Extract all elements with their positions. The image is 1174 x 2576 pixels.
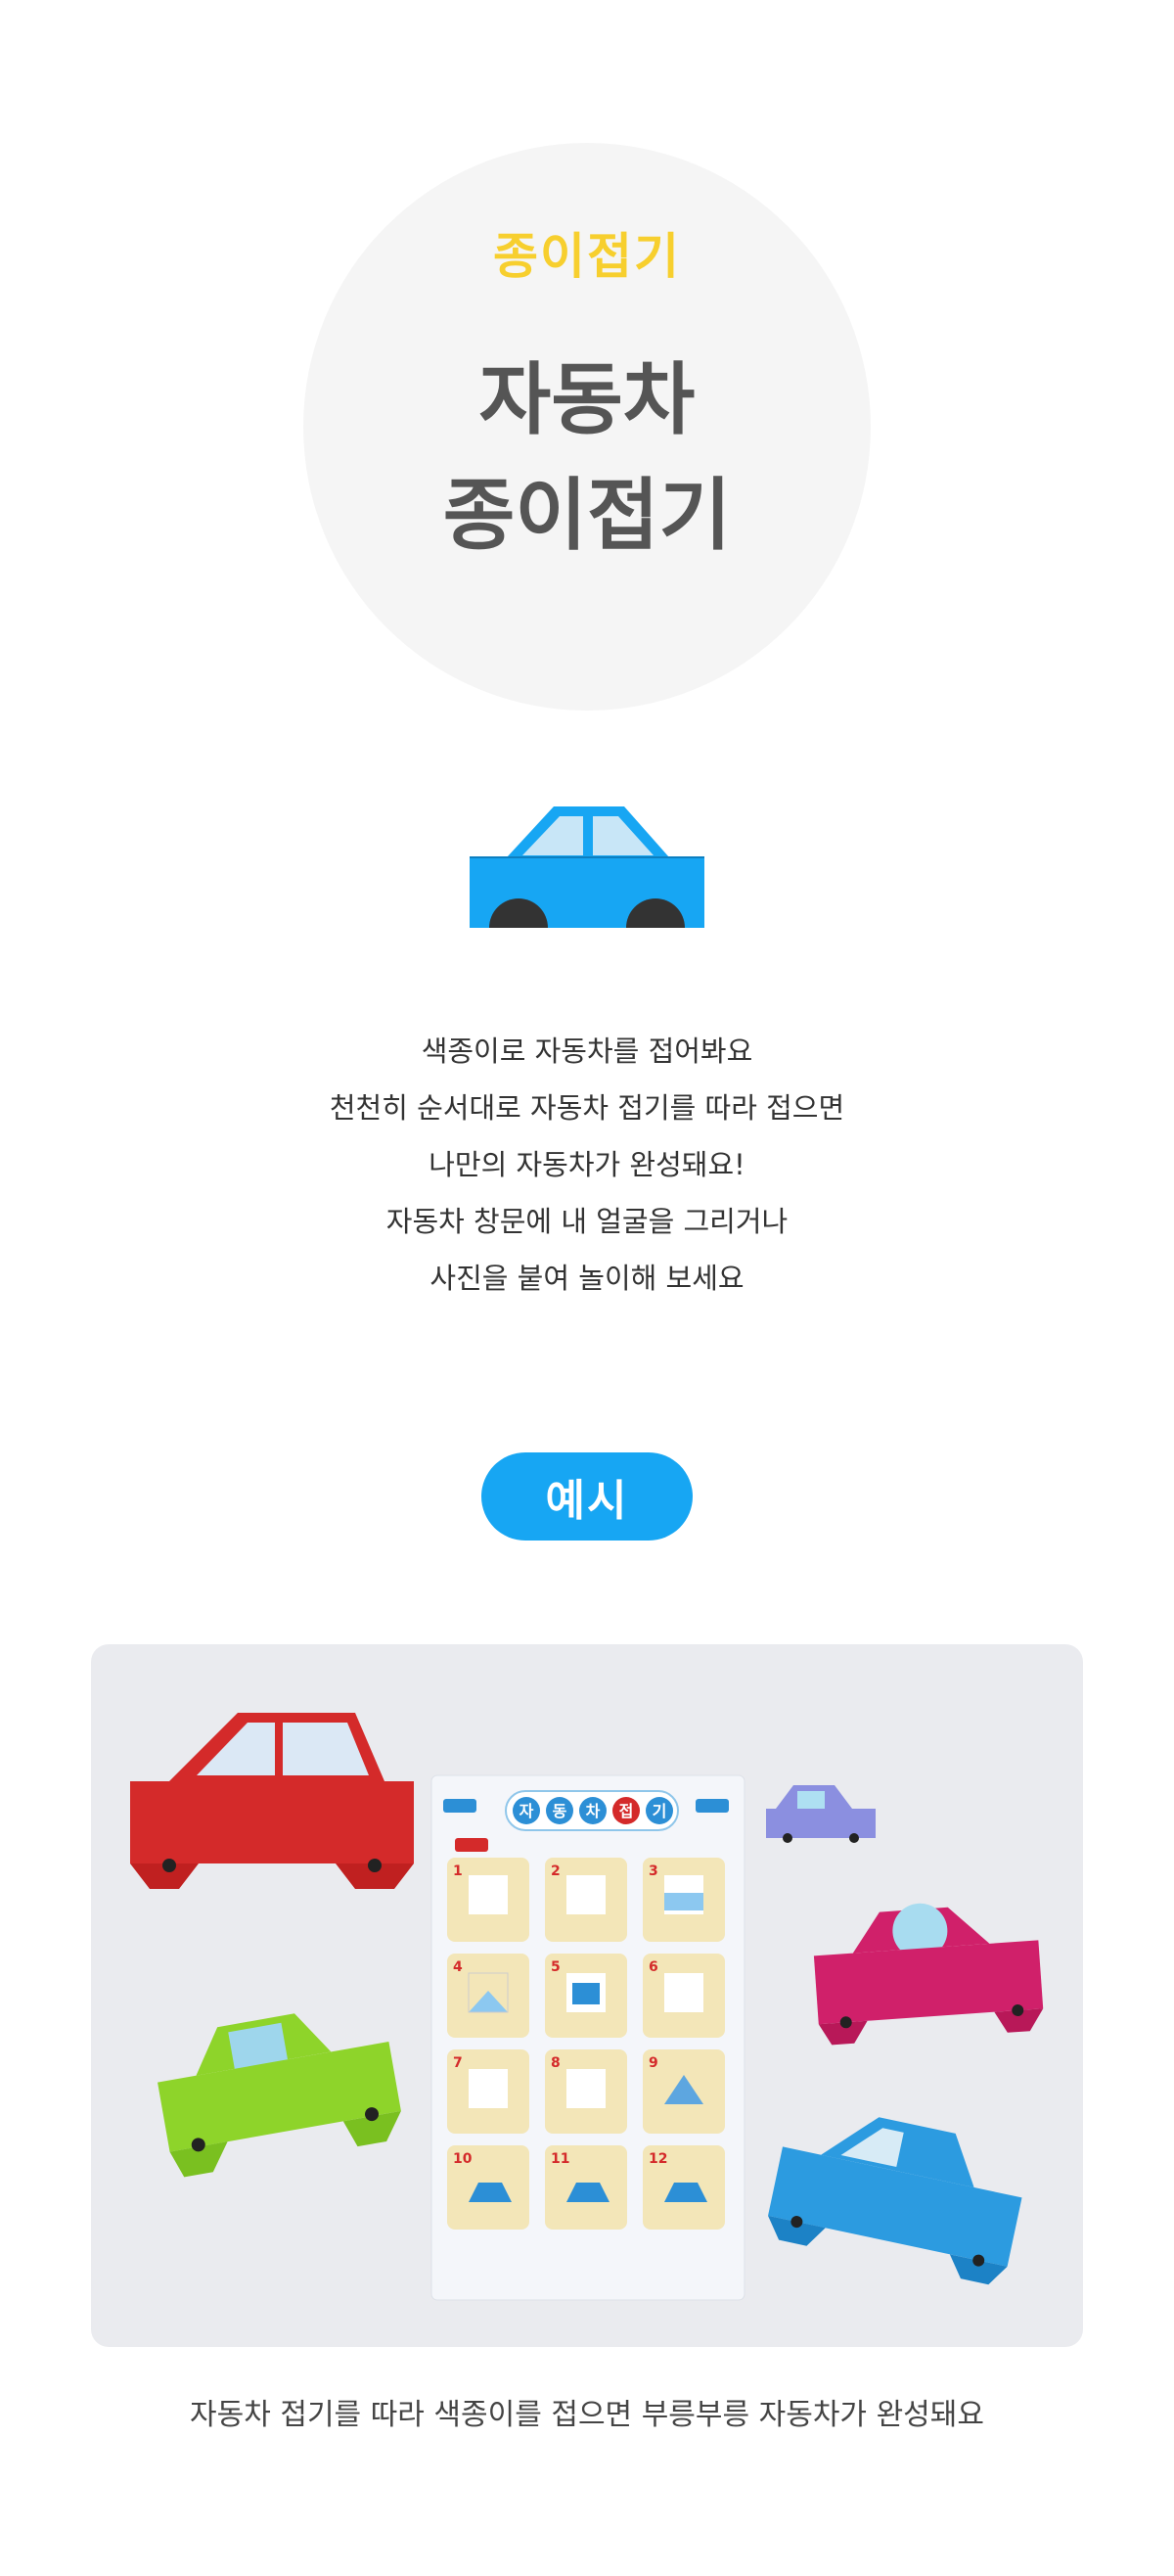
example-photo: 자 동 차 접 기 1 2 3 4 5 6 7 8 9 10 11 12 — [91, 1644, 1083, 2347]
description: 색종이로 자동차를 접어봐요 천천히 순서대로 자동차 접기를 따라 접으면 나… — [0, 1023, 1174, 1307]
sheet-title-char: 동 — [553, 1802, 567, 1820]
sheet-title-char: 자 — [519, 1802, 534, 1820]
example-illustration: 자 동 차 접 기 1 2 3 4 5 6 7 8 9 10 11 12 — [130, 1713, 1044, 2301]
sheet-title-char: 차 — [586, 1802, 601, 1820]
step-number: 7 — [453, 2055, 463, 2071]
step-number: 11 — [551, 2151, 569, 2167]
step-number: 6 — [649, 1959, 658, 1975]
sheet-title-char: 접 — [619, 1802, 634, 1820]
example-badge: 예시 — [481, 1452, 693, 1541]
step-number: 12 — [649, 2151, 667, 2167]
step-number: 10 — [453, 2151, 473, 2167]
title-line-1: 자동차 — [478, 354, 696, 445]
car-icon — [470, 806, 704, 928]
sheet-title-char: 기 — [653, 1802, 667, 1820]
red-car — [130, 1713, 414, 1889]
step-number: 8 — [551, 2055, 561, 2071]
magenta-car — [813, 1903, 1044, 2046]
step-number: 2 — [551, 1863, 561, 1879]
description-line: 자동차 창문에 내 얼굴을 그리거나 — [385, 1205, 789, 1238]
step-number: 3 — [649, 1863, 658, 1879]
photo-caption: 자동차 접기를 따라 색종이를 접으면 부릉부릉 자동차가 완성돼요 — [190, 2398, 984, 2432]
blue-car — [768, 2117, 1022, 2285]
description-line: 색종이로 자동차를 접어봐요 — [421, 1035, 753, 1068]
purple-car — [766, 1785, 876, 1843]
page-title: 자동차 종이접기 — [0, 343, 1174, 574]
description-line: 천천히 순서대로 자동차 접기를 따라 접으면 — [329, 1091, 845, 1125]
step-number: 4 — [453, 1959, 463, 1975]
description-line: 나만의 자동차가 완성돼요! — [429, 1148, 745, 1181]
hero-label: 종이접기 — [493, 228, 681, 285]
description-line: 사진을 붙여 놀이해 보세요 — [429, 1262, 745, 1295]
title-line-2: 종이접기 — [442, 470, 732, 561]
instruction-sheet: 자 동 차 접 기 1 2 3 4 5 6 7 8 9 10 11 12 — [430, 1774, 745, 2301]
step-number: 1 — [453, 1863, 463, 1879]
step-number: 5 — [551, 1959, 561, 1975]
step-number: 9 — [649, 2055, 658, 2071]
green-car — [158, 2013, 401, 2178]
